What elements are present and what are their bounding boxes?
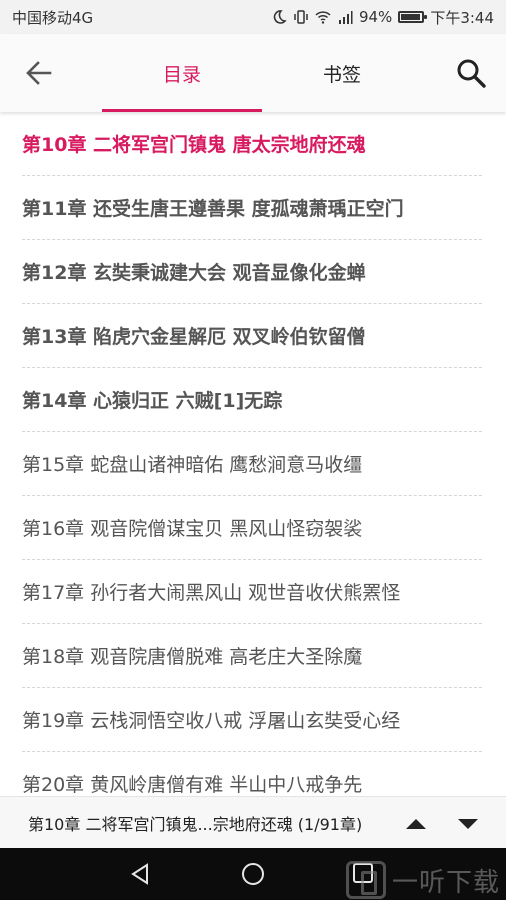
current-chapter-label: 第10章 二将军宫门镇鬼...宗地府还魂 (1/91章): [28, 814, 363, 834]
triangle-up-icon[interactable]: [404, 811, 428, 835]
status-bar: 中国移动4G 94% 下午3:44: [0, 0, 506, 34]
signal-icon: [338, 11, 353, 24]
chapter-item[interactable]: 第17章 孙行者大闹黑风山 观世音收伏熊罴怪: [22, 560, 482, 624]
tab-toc[interactable]: 目录: [102, 34, 262, 112]
chapter-item[interactable]: 第14章 心猿归正 六贼[1]无踪: [22, 368, 482, 432]
chapter-item[interactable]: 第10章 二将军宫门镇鬼 唐太宗地府还魂: [22, 112, 482, 176]
carrier-label: 中国移动4G: [12, 8, 94, 27]
current-chapter-bar: 第10章 二将军宫门镇鬼...宗地府还魂 (1/91章): [0, 796, 506, 848]
search-icon[interactable]: [454, 56, 488, 90]
chapter-item[interactable]: 第15章 蛇盘山诸神暗佑 鹰愁涧意马收缰: [22, 432, 482, 496]
battery-percent: 94%: [358, 8, 393, 26]
triangle-down-icon[interactable]: [456, 811, 480, 835]
watermark-logo-icon: [346, 861, 386, 899]
moon-icon: [273, 10, 287, 24]
chapter-item[interactable]: 第20章 黄风岭唐僧有难 半山中八戒争先: [22, 752, 482, 796]
battery-icon: [398, 11, 428, 23]
arrow-left-icon[interactable]: [22, 56, 56, 90]
chapter-list[interactable]: 第10章 二将军宫门镇鬼 唐太宗地府还魂 第11章 还受生唐王遵善果 度孤魂萧瑀…: [0, 112, 506, 796]
chapter-item[interactable]: 第13章 陷虎穴金星解厄 双叉岭伯钦留僧: [22, 304, 482, 368]
chapter-item[interactable]: 第11章 还受生唐王遵善果 度孤魂萧瑀正空门: [22, 176, 482, 240]
triangle-back-icon[interactable]: [128, 862, 152, 886]
app-bar: 目录 书签: [0, 34, 506, 112]
clock: 下午3:44: [430, 8, 494, 27]
tab-bookmarks[interactable]: 书签: [262, 34, 422, 112]
wifi-icon: [315, 11, 331, 24]
circle-home-icon[interactable]: [240, 861, 266, 887]
chapter-item[interactable]: 第12章 玄奘秉诚建大会 观音显像化金蝉: [22, 240, 482, 304]
vibrate-icon: [294, 10, 308, 24]
watermark-text: 一听下载: [392, 867, 501, 898]
status-icons: 94% 下午3:44: [271, 7, 494, 28]
chapter-item[interactable]: 第19章 云栈洞悟空收八戒 浮屠山玄奘受心经: [22, 688, 482, 752]
chapter-item[interactable]: 第18章 观音院唐僧脱难 高老庄大圣除魔: [22, 624, 482, 688]
watermark-logo: 一听下载: [346, 860, 506, 900]
chapter-item[interactable]: 第16章 观音院僧谋宝贝 黑风山怪窃袈裟: [22, 496, 482, 560]
